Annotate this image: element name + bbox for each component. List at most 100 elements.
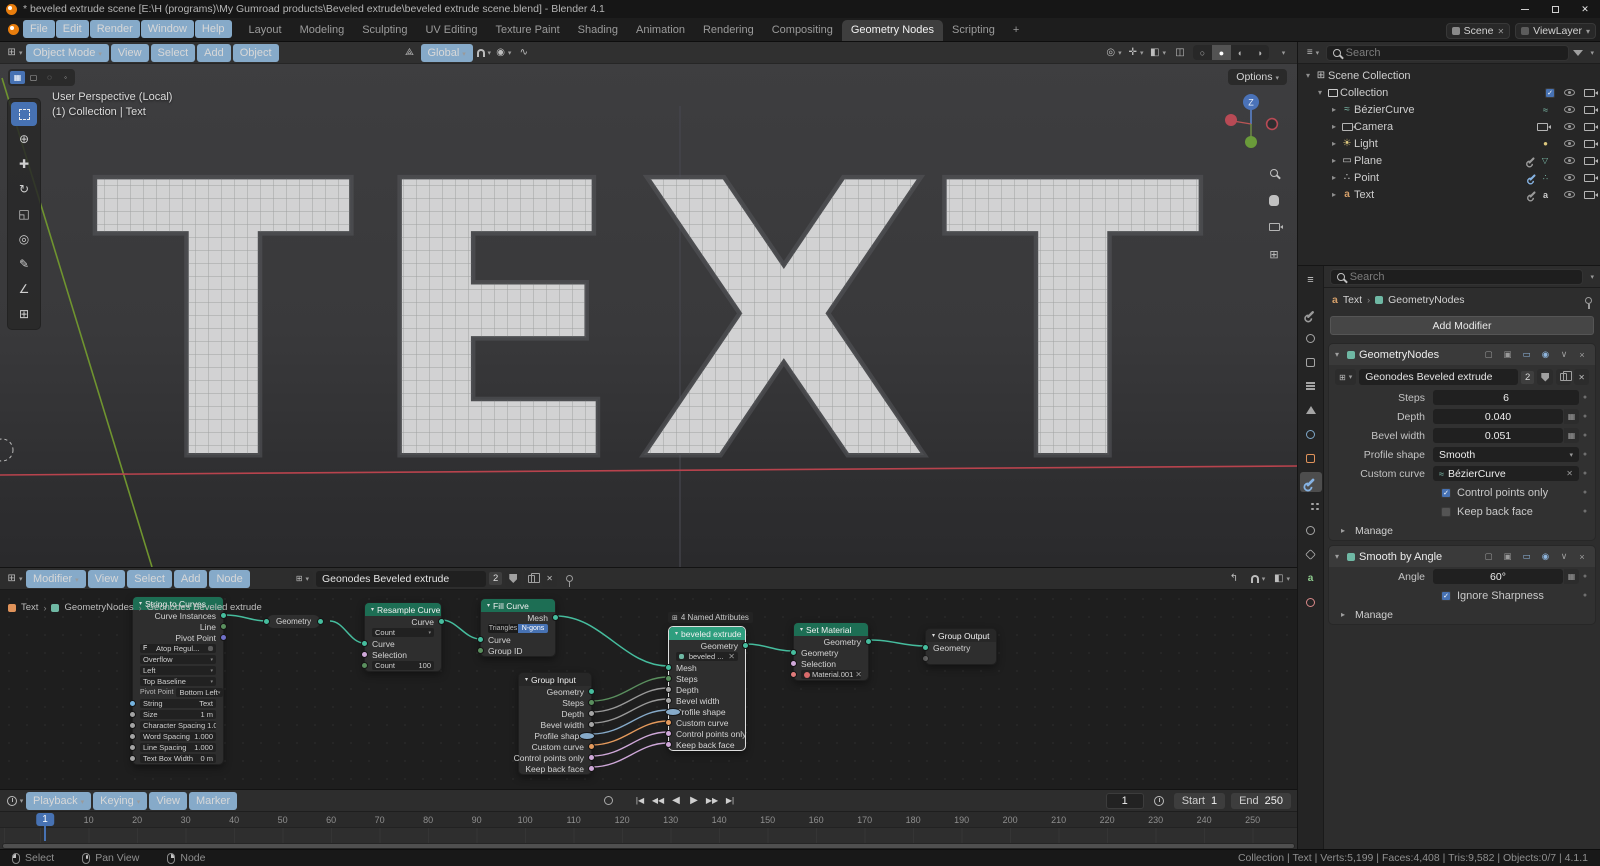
jump-end-button[interactable]: ▶| [722,793,738,809]
input-socket[interactable] [665,730,672,737]
play-button[interactable]: ▶ [686,793,702,809]
select-mode-lasso[interactable]: ◦ [58,71,73,84]
viewport-3d[interactable]: ⊞ Object Mode View Select Add Object ⟁ G… [0,42,1297,567]
manage-subpanel[interactable]: ▸ Manage [1329,521,1595,540]
font-field[interactable]: F Atop Regul... [140,644,216,653]
pin-icon[interactable] [1585,296,1592,309]
triangles-option[interactable]: Triangles [488,624,518,633]
node-group-input[interactable]: Group Input Geometry Steps Depth Bevel w… [514,672,595,775]
expand-icon[interactable]: ▸ [1328,105,1340,114]
remove-modifier-icon[interactable]: × [1575,552,1589,562]
input-socket[interactable] [790,660,797,667]
node-fill-curve[interactable]: Fill Curve Mesh TrianglesN-gons Curve Gr… [477,598,559,657]
outliner-row-plane[interactable]: ▸ ▭ Plane ▽ [1298,152,1600,169]
input-socket[interactable] [361,640,368,647]
input-socket[interactable] [129,711,136,718]
menu-marker[interactable]: Marker [188,791,238,810]
tool-cursor[interactable]: ⊕ [11,127,37,151]
input-socket[interactable] [477,647,484,654]
expand-icon[interactable]: ▸ [1328,156,1340,165]
blender-menu-icon[interactable] [4,21,22,37]
outliner-options-icon[interactable] [1587,48,1594,57]
playhead-line[interactable] [44,826,46,841]
tool-scale[interactable]: ◱ [11,202,37,226]
output-socket[interactable] [220,634,227,641]
tab-tool[interactable] [1300,304,1322,324]
modifier-name[interactable]: Smooth by Angle [1359,551,1477,563]
prev-keyframe-button[interactable]: ◀◀ [650,793,666,809]
output-socket[interactable] [588,688,595,695]
node-menu-select[interactable]: Select [127,569,172,588]
collection-checkbox[interactable] [1545,87,1555,98]
input-socket[interactable] [665,708,681,716]
geometry-node-editor[interactable]: ⊞ Modifier View Select Add Node ⊞ Geonod… [0,567,1297,789]
decorator-dot[interactable]: ● [1579,470,1591,477]
falloff-icon[interactable]: ∿ [515,45,533,61]
render-visibility-icon[interactable] [1584,156,1598,165]
outliner-row-beziercurve[interactable]: ▸ ≈ BézierCurve ≈ [1298,101,1600,118]
maximize-button[interactable] [1540,0,1570,18]
input-socket[interactable] [665,686,672,693]
node-menu-add[interactable]: Add [173,569,208,588]
scene-selector[interactable]: Scene ✕ [1445,23,1511,39]
playhead-badge[interactable]: 1 [36,813,54,826]
extras-menu-icon[interactable]: ∨ [1557,349,1571,360]
extras-menu-icon[interactable]: ∨ [1557,551,1571,562]
node-header[interactable]: Resample Curve [365,603,441,616]
output-socket[interactable] [220,612,227,619]
input-socket[interactable] [665,675,672,682]
viewport-menu-object[interactable]: Object [232,43,279,62]
timeline[interactable]: Playback Keying View Marker |◀ ◀◀ ◀ ▶ ▶▶… [0,789,1297,850]
tab-texture-paint[interactable]: Texture Paint [486,20,568,41]
xray-toggle-icon[interactable]: ◫ [1171,45,1189,61]
expand-icon[interactable]: ▸ [1328,139,1340,148]
node-collapsed-geometry[interactable]: Geometry [263,614,325,629]
row-label[interactable]: Scene Collection [1328,70,1411,82]
text-box-width-field[interactable]: Text Box Width 0 m [140,754,216,763]
ngons-option[interactable]: N-gons [518,624,548,633]
snap-magnet-icon[interactable] [475,45,493,61]
depth-field[interactable]: 0.040 [1433,409,1563,424]
keep-back-face-checkbox[interactable] [1441,506,1451,517]
outliner-search[interactable] [1326,44,1570,61]
ignore-sharpness-checkbox[interactable] [1441,590,1451,601]
node-resample-curve[interactable]: Resample Curve Curve Count Curve Selecti… [361,602,445,672]
tool-move[interactable]: ✚ [11,152,37,176]
node-group-name[interactable]: Geonodes Beveled extrude [1359,369,1518,385]
ortho-grid-icon[interactable]: ⊞ [1265,245,1283,263]
menu-playback[interactable]: Playback [26,791,92,810]
hide-eye-icon[interactable] [1564,106,1575,113]
outliner-search-input[interactable] [1345,46,1563,59]
render-toggle-icon[interactable]: ◉ [1538,348,1553,362]
output-socket[interactable] [220,623,227,630]
input-attribute-toggle-icon[interactable]: ▦ [1564,569,1579,584]
modifier-panel-header[interactable]: ▾ Smooth by Angle ▢ ▣ ▭ ◉ ∨ × [1329,546,1595,567]
outliner-row-camera[interactable]: ▸ Camera [1298,118,1600,135]
render-visibility-icon[interactable] [1584,122,1598,131]
snap-magnet-icon[interactable] [1249,571,1267,587]
duplicate-icon[interactable] [1556,369,1573,385]
render-visibility-icon[interactable] [1584,139,1598,148]
start-frame-field[interactable]: Start 1 [1173,792,1226,809]
tab-layout[interactable]: Layout [240,20,291,41]
mode-dropdown[interactable]: Count [372,628,434,637]
control-points-checkbox[interactable] [1441,487,1451,498]
tool-annotate[interactable]: ✎ [11,252,37,276]
tab-animation[interactable]: Animation [627,20,694,41]
output-socket[interactable] [588,710,595,717]
input-socket[interactable] [790,671,797,678]
add-modifier-button[interactable]: Add Modifier [1330,316,1594,335]
tab-scene[interactable] [1300,400,1322,420]
unlink-icon[interactable]: ✕ [1574,369,1589,385]
bevel-width-field[interactable]: 0.051 [1433,428,1563,443]
input-socket[interactable] [129,744,136,751]
hide-eye-icon[interactable] [1564,157,1575,164]
tab-modeling[interactable]: Modeling [291,20,354,41]
tab-scripting[interactable]: Scripting [943,20,1004,41]
output-socket[interactable] [588,765,595,772]
outliner-row-light[interactable]: ▸ ☀ Light ● [1298,135,1600,152]
pivot-dropdown[interactable]: Bottom Left [176,688,224,697]
outliner-editor-icon[interactable]: ≡ [1304,45,1322,61]
count-field[interactable]: Count 100 [372,661,434,670]
tab-modifiers[interactable] [1299,472,1322,492]
